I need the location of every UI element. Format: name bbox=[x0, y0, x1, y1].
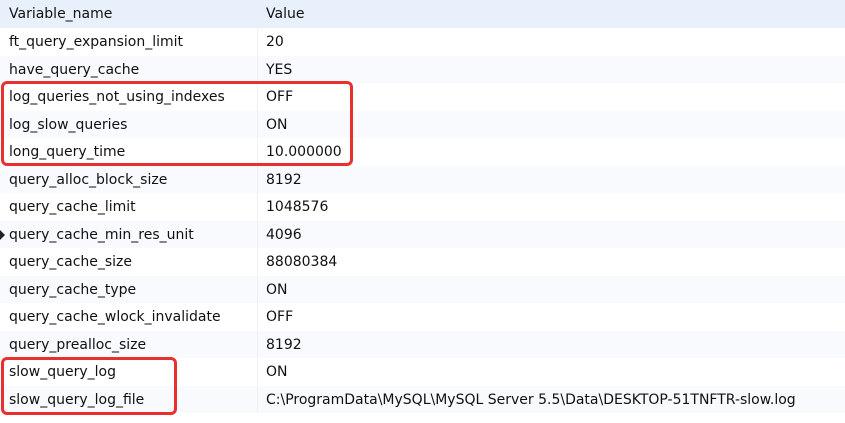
value-cell[interactable]: ON bbox=[258, 111, 845, 139]
column-header-variable-name[interactable]: Variable_name bbox=[0, 0, 258, 28]
variable-name-cell[interactable]: query_cache_wlock_invalidate bbox=[0, 303, 258, 331]
variable-name-cell[interactable]: long_query_time bbox=[0, 138, 258, 166]
value-cell[interactable]: ON bbox=[258, 358, 845, 386]
value-cell[interactable]: 1048576 bbox=[258, 193, 845, 221]
value-cell[interactable]: OFF bbox=[258, 303, 845, 331]
table-row[interactable]: slow_query_log_file C:\ProgramData\MySQL… bbox=[0, 385, 845, 414]
table-row[interactable]: log_slow_queries ON bbox=[0, 110, 845, 139]
variable-name-cell[interactable]: query_cache_limit bbox=[0, 193, 258, 221]
value-cell[interactable]: OFF bbox=[258, 83, 845, 111]
value-cell[interactable]: 4096 bbox=[258, 221, 845, 249]
variable-name-cell[interactable]: log_queries_not_using_indexes bbox=[0, 83, 258, 111]
variable-name-cell[interactable]: query_alloc_block_size bbox=[0, 165, 258, 193]
variable-name-cell[interactable]: query_cache_min_res_unit bbox=[0, 220, 258, 248]
table-row[interactable]: query_prealloc_size 8192 bbox=[0, 330, 845, 359]
variable-name-cell[interactable]: slow_query_log bbox=[0, 358, 258, 386]
table-row[interactable]: have_query_cache YES bbox=[0, 55, 845, 84]
value-cell[interactable]: YES bbox=[258, 56, 845, 84]
table-row[interactable]: query_cache_wlock_invalidate OFF bbox=[0, 303, 845, 331]
table-row[interactable]: long_query_time 10.000000 bbox=[0, 138, 845, 166]
header-row: Variable_name Value bbox=[0, 0, 845, 28]
variable-name-cell[interactable]: query_prealloc_size bbox=[0, 330, 258, 358]
result-grid: Variable_name Value ft_query_expansion_l… bbox=[0, 0, 845, 413]
table-row-current[interactable]: query_cache_min_res_unit 4096 bbox=[0, 220, 845, 249]
table-row[interactable]: slow_query_log ON bbox=[0, 358, 845, 386]
table-row[interactable]: query_cache_size 88080384 bbox=[0, 248, 845, 276]
variable-name-cell[interactable]: slow_query_log_file bbox=[0, 385, 258, 413]
variable-name-cell[interactable]: log_slow_queries bbox=[0, 110, 258, 138]
column-header-value[interactable]: Value bbox=[258, 0, 845, 28]
value-cell[interactable]: 10.000000 bbox=[258, 138, 845, 166]
value-cell[interactable]: 88080384 bbox=[258, 248, 845, 276]
variable-name-cell[interactable]: have_query_cache bbox=[0, 55, 258, 83]
variable-name-cell[interactable]: query_cache_size bbox=[0, 248, 258, 276]
value-cell[interactable]: 8192 bbox=[258, 331, 845, 359]
table-row[interactable]: log_queries_not_using_indexes OFF bbox=[0, 83, 845, 111]
value-cell[interactable]: 8192 bbox=[258, 166, 845, 194]
variable-name-cell[interactable]: query_cache_type bbox=[0, 275, 258, 303]
table-row[interactable]: query_alloc_block_size 8192 bbox=[0, 165, 845, 194]
table-row[interactable]: query_cache_limit 1048576 bbox=[0, 193, 845, 221]
value-cell[interactable]: 20 bbox=[258, 28, 845, 56]
table-row[interactable]: ft_query_expansion_limit 20 bbox=[0, 28, 845, 56]
table-row[interactable]: query_cache_type ON bbox=[0, 275, 845, 304]
value-cell[interactable]: ON bbox=[258, 276, 845, 304]
value-cell[interactable]: C:\ProgramData\MySQL\MySQL Server 5.5\Da… bbox=[258, 386, 845, 414]
variable-name-cell[interactable]: ft_query_expansion_limit bbox=[0, 28, 258, 56]
